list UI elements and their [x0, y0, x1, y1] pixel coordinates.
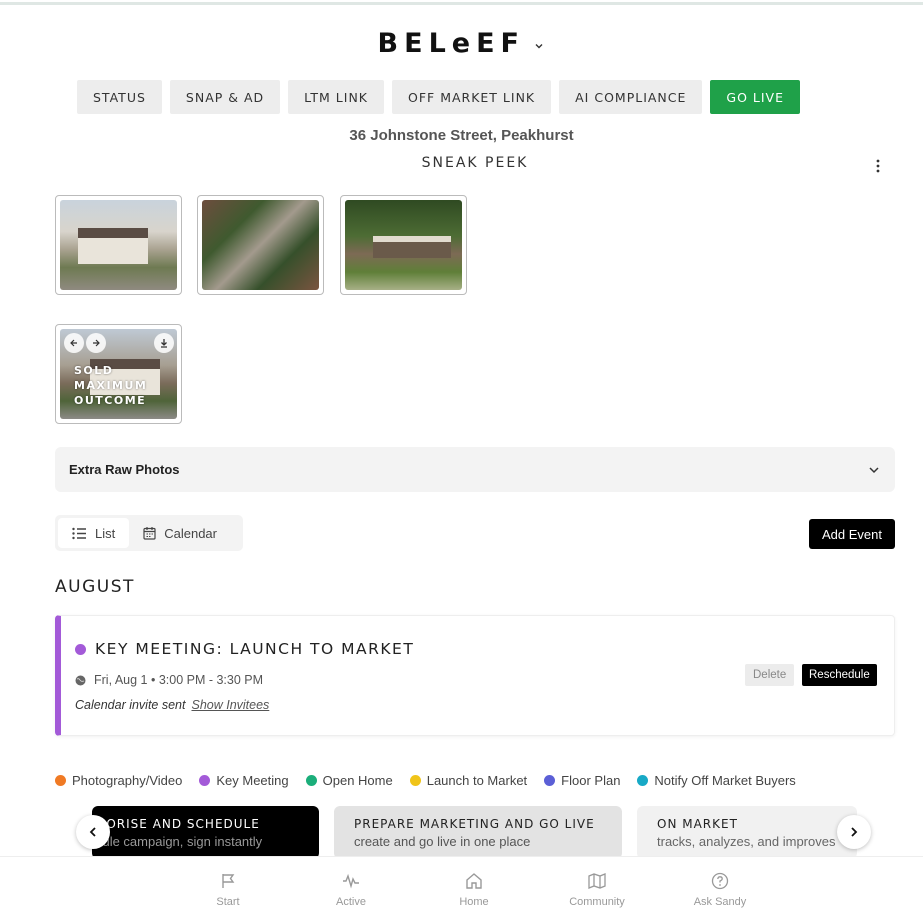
- list-view-label: List: [95, 525, 116, 541]
- event-time: Fri, Aug 1 • 3:00 PM - 3:30 PM: [94, 673, 264, 687]
- activity-icon: [343, 873, 359, 889]
- event-card[interactable]: KEY MEETING: LAUNCH TO MARKET Fri, Aug 1…: [55, 615, 895, 736]
- list-icon: [72, 527, 86, 539]
- event-legend: Photography/Video Key Meeting Open Home …: [55, 773, 796, 788]
- photo-thumbnail[interactable]: [197, 195, 324, 295]
- top-divider: [0, 2, 923, 5]
- tab-off-market-link[interactable]: OFF MARKET LINK: [392, 80, 552, 114]
- legend-dot: [409, 775, 421, 786]
- stage-card-prepare-marketing[interactable]: PREPARE MARKETING AND GO LIVE create and…: [334, 806, 622, 859]
- nav-item-ask-sandy[interactable]: Ask Sandy: [675, 872, 765, 908]
- reschedule-button[interactable]: Reschedule: [802, 664, 877, 686]
- download-icon[interactable]: [154, 333, 174, 353]
- stage-title: PREPARE MARKETING AND GO LIVE: [354, 817, 595, 831]
- month-heading: AUGUST: [55, 577, 135, 597]
- map-icon: [588, 873, 606, 889]
- tab-status[interactable]: STATUS: [77, 80, 162, 114]
- flag-icon: [222, 874, 235, 888]
- add-event-button[interactable]: Add Event: [809, 519, 895, 549]
- accordion-label: Extra Raw Photos: [69, 462, 180, 477]
- tab-ltm-link[interactable]: LTM LINK: [288, 80, 384, 114]
- carousel-next-button[interactable]: [837, 815, 871, 849]
- chevron-right-icon: [851, 827, 858, 837]
- stage-carousel: THORISE AND SCHEDULE edule campaign, sig…: [55, 806, 895, 861]
- legend-item: Open Home: [305, 773, 393, 788]
- property-address: 36 Johnstone Street, Peakhurst: [349, 127, 574, 144]
- show-invitees-link[interactable]: Show Invitees: [191, 698, 269, 712]
- nav-item-community[interactable]: Community: [552, 872, 642, 908]
- stage-subtitle: edule campaign, sign instantly: [88, 834, 263, 849]
- delete-button[interactable]: Delete: [745, 664, 795, 686]
- legend-item: Launch to Market: [409, 773, 527, 788]
- house-photo: [60, 200, 177, 290]
- nav-label: Community: [569, 896, 625, 908]
- legend-item: Floor Plan: [544, 773, 620, 788]
- go-live-button[interactable]: GO LIVE: [710, 80, 801, 114]
- photo-overlay-text: SOLD MAXIMUM OUTCOME: [74, 364, 148, 407]
- legend-dot: [544, 775, 556, 786]
- gallery-title: SNEAK PEEK: [421, 155, 529, 169]
- help-icon: [711, 872, 729, 890]
- action-tabs: STATUS SNAP & AD LTM LINK OFF MARKET LIN…: [77, 80, 801, 114]
- photo-thumbnail[interactable]: [340, 195, 467, 295]
- nav-label: Start: [216, 896, 240, 908]
- stage-subtitle: create and go live in one place: [354, 834, 531, 849]
- brand-header[interactable]: BELeEF: [0, 28, 923, 59]
- stage-subtitle: tracks, analyzes, and improves: [657, 834, 836, 849]
- event-title: KEY MEETING: LAUNCH TO MARKET: [95, 640, 415, 658]
- aerial-photo: [202, 200, 319, 290]
- event-time-row: Fri, Aug 1 • 3:00 PM - 3:30 PM: [75, 673, 263, 687]
- legend-item: Photography/Video: [55, 773, 182, 788]
- garden-photo: [345, 200, 462, 290]
- carousel-prev-button[interactable]: [76, 815, 110, 849]
- nav-label: Active: [336, 896, 366, 908]
- legend-dot: [637, 775, 649, 786]
- globe-icon: [75, 675, 86, 685]
- calendar-icon: [143, 527, 156, 540]
- calendar-view-label: Calendar: [164, 525, 217, 541]
- view-toggle: List Calendar: [55, 515, 243, 551]
- bottom-navigation: Start Active Home Community Ask Sandy: [0, 856, 923, 923]
- tab-snap-ad[interactable]: SNAP & AD: [169, 80, 281, 114]
- photo-thumbnail[interactable]: SOLD MAXIMUM OUTCOME: [55, 324, 182, 424]
- photo-thumbnail[interactable]: [55, 195, 182, 295]
- event-type-dot: [75, 643, 86, 655]
- stage-card-authorise[interactable]: THORISE AND SCHEDULE edule campaign, sig…: [88, 806, 319, 859]
- event-title-row: KEY MEETING: LAUNCH TO MARKET: [75, 640, 414, 658]
- nav-label: Ask Sandy: [693, 896, 747, 908]
- arrow-left-icon[interactable]: [64, 333, 84, 353]
- invite-status: Calendar invite sent: [75, 698, 186, 712]
- sold-photo: SOLD MAXIMUM OUTCOME: [60, 329, 177, 419]
- stage-title: ON MARKET: [657, 817, 738, 831]
- extra-raw-photos-accordion[interactable]: Extra Raw Photos: [55, 447, 895, 492]
- chevron-down-icon[interactable]: [533, 39, 545, 57]
- legend-dot: [199, 775, 211, 786]
- nav-item-active[interactable]: Active: [306, 872, 396, 908]
- nav-item-home[interactable]: Home: [429, 872, 519, 908]
- stage-card-on-market[interactable]: ON MARKET tracks, analyzes, and improves: [637, 806, 857, 859]
- chevron-left-icon: [89, 827, 96, 837]
- list-view-button[interactable]: List: [58, 518, 130, 548]
- nav-label: Home: [459, 896, 489, 908]
- stage-title: THORISE AND SCHEDULE: [88, 817, 260, 831]
- event-invite-row: Calendar invite sent Show Invitees: [75, 698, 269, 712]
- nav-item-start[interactable]: Start: [183, 872, 273, 908]
- home-icon: [466, 873, 482, 889]
- legend-dot: [55, 775, 66, 786]
- tab-ai-compliance[interactable]: AI COMPLIANCE: [559, 80, 703, 114]
- more-options-icon[interactable]: [870, 158, 886, 174]
- legend-dot: [305, 775, 317, 786]
- arrow-right-icon[interactable]: [86, 333, 106, 353]
- legend-item: Key Meeting: [199, 773, 289, 788]
- brand-title: BELeEF: [377, 28, 525, 59]
- legend-item: Notify Off Market Buyers: [637, 773, 796, 788]
- chevron-down-icon: [869, 466, 879, 473]
- calendar-view-button[interactable]: Calendar: [129, 518, 231, 548]
